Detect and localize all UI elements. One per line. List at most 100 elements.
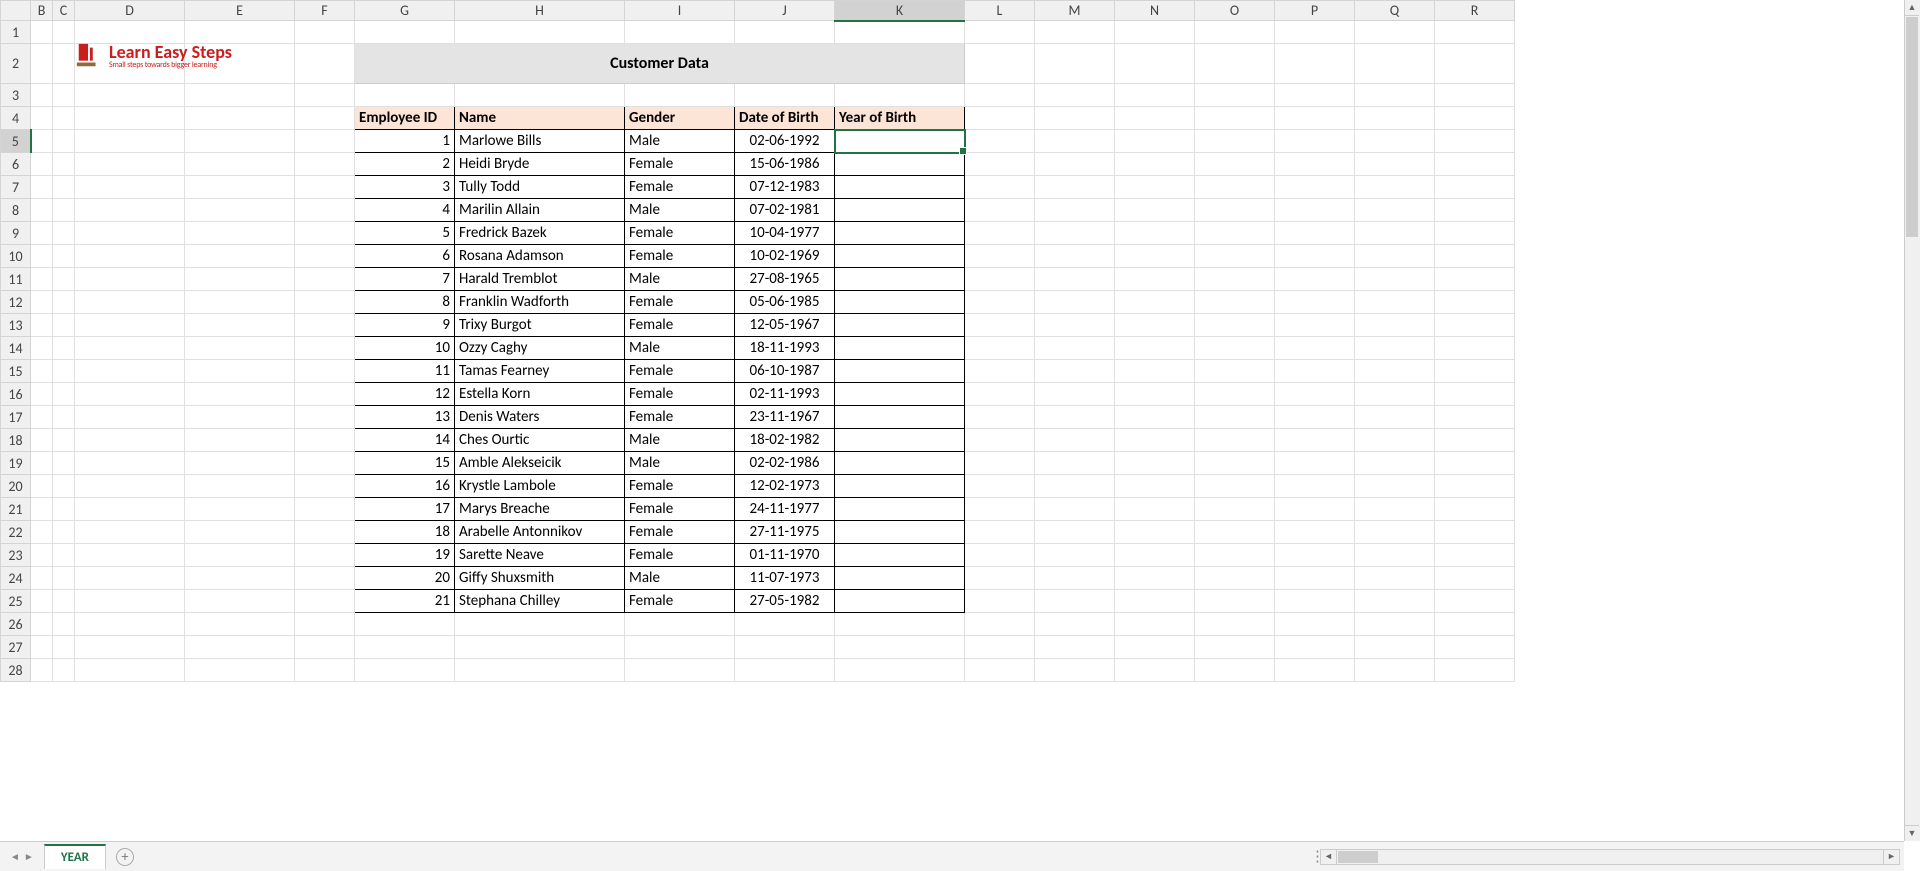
cell-R2[interactable]: [1435, 44, 1515, 84]
column-header-I[interactable]: I: [625, 1, 735, 21]
cell-J3[interactable]: [735, 84, 835, 107]
cell-C26[interactable]: [53, 613, 75, 636]
cell-J18[interactable]: 18-02-1982: [735, 429, 835, 452]
cell-I24[interactable]: Male: [625, 567, 735, 590]
cell-N25[interactable]: [1115, 590, 1195, 613]
row-header-13[interactable]: 13: [1, 314, 31, 337]
vscroll-thumb[interactable]: [1906, 17, 1918, 237]
cell-F25[interactable]: [295, 590, 355, 613]
cell-G14[interactable]: 10: [355, 337, 455, 360]
cell-D27[interactable]: [75, 636, 185, 659]
cell-Q15[interactable]: [1355, 360, 1435, 383]
cell-N26[interactable]: [1115, 613, 1195, 636]
cell-M12[interactable]: [1035, 291, 1115, 314]
cell-J14[interactable]: 18-11-1993: [735, 337, 835, 360]
cell-N11[interactable]: [1115, 268, 1195, 291]
cell-E27[interactable]: [185, 636, 295, 659]
cell-M28[interactable]: [1035, 659, 1115, 682]
cell-K19[interactable]: [835, 452, 965, 475]
column-header-R[interactable]: R: [1435, 1, 1515, 21]
cell-K22[interactable]: [835, 521, 965, 544]
row-header-18[interactable]: 18: [1, 429, 31, 452]
cell-L2[interactable]: [965, 44, 1035, 84]
cell-J13[interactable]: 12-05-1967: [735, 314, 835, 337]
cell-F13[interactable]: [295, 314, 355, 337]
row-header-9[interactable]: 9: [1, 222, 31, 245]
cell-L17[interactable]: [965, 406, 1035, 429]
cell-D15[interactable]: [75, 360, 185, 383]
cell-B24[interactable]: [31, 567, 53, 590]
cell-J1[interactable]: [735, 21, 835, 44]
row-header-16[interactable]: 16: [1, 383, 31, 406]
cell-R15[interactable]: [1435, 360, 1515, 383]
cell-R25[interactable]: [1435, 590, 1515, 613]
cell-R8[interactable]: [1435, 199, 1515, 222]
cell-O22[interactable]: [1195, 521, 1275, 544]
cell-H6[interactable]: Heidi Bryde: [455, 153, 625, 176]
cell-G28[interactable]: [355, 659, 455, 682]
cell-O13[interactable]: [1195, 314, 1275, 337]
cell-O8[interactable]: [1195, 199, 1275, 222]
cell-H23[interactable]: Sarette Neave: [455, 544, 625, 567]
cell-L27[interactable]: [965, 636, 1035, 659]
cell-F12[interactable]: [295, 291, 355, 314]
cell-O6[interactable]: [1195, 153, 1275, 176]
cell-J27[interactable]: [735, 636, 835, 659]
scroll-left-button[interactable]: ◄: [1321, 850, 1337, 864]
cell-E21[interactable]: [185, 498, 295, 521]
cell-C12[interactable]: [53, 291, 75, 314]
cell-B6[interactable]: [31, 153, 53, 176]
cell-R7[interactable]: [1435, 176, 1515, 199]
cell-P1[interactable]: [1275, 21, 1355, 44]
cell-P18[interactable]: [1275, 429, 1355, 452]
cell-F23[interactable]: [295, 544, 355, 567]
cell-O16[interactable]: [1195, 383, 1275, 406]
cell-N5[interactable]: [1115, 130, 1195, 153]
cell-E26[interactable]: [185, 613, 295, 636]
cell-K21[interactable]: [835, 498, 965, 521]
cell-Q24[interactable]: [1355, 567, 1435, 590]
cell-M3[interactable]: [1035, 84, 1115, 107]
cell-R12[interactable]: [1435, 291, 1515, 314]
cell-K7[interactable]: [835, 176, 965, 199]
cell-Q4[interactable]: [1355, 107, 1435, 130]
cell-I18[interactable]: Male: [625, 429, 735, 452]
cell-C17[interactable]: [53, 406, 75, 429]
column-header-Q[interactable]: Q: [1355, 1, 1435, 21]
cell-R10[interactable]: [1435, 245, 1515, 268]
cell-K16[interactable]: [835, 383, 965, 406]
cell-N1[interactable]: [1115, 21, 1195, 44]
cell-P13[interactable]: [1275, 314, 1355, 337]
cell-E23[interactable]: [185, 544, 295, 567]
cell-I23[interactable]: Female: [625, 544, 735, 567]
cell-P3[interactable]: [1275, 84, 1355, 107]
cell-K18[interactable]: [835, 429, 965, 452]
cell-G15[interactable]: 11: [355, 360, 455, 383]
cell-K5[interactable]: [835, 130, 965, 153]
cell-E19[interactable]: [185, 452, 295, 475]
cell-J25[interactable]: 27-05-1982: [735, 590, 835, 613]
cell-C20[interactable]: [53, 475, 75, 498]
cell-O7[interactable]: [1195, 176, 1275, 199]
cell-G17[interactable]: 13: [355, 406, 455, 429]
cell-B28[interactable]: [31, 659, 53, 682]
row-header-7[interactable]: 7: [1, 176, 31, 199]
cell-R16[interactable]: [1435, 383, 1515, 406]
cell-K12[interactable]: [835, 291, 965, 314]
cell-F7[interactable]: [295, 176, 355, 199]
cell-G26[interactable]: [355, 613, 455, 636]
cell-E14[interactable]: [185, 337, 295, 360]
cell-C3[interactable]: [53, 84, 75, 107]
cell-H24[interactable]: Giffy Shuxsmith: [455, 567, 625, 590]
cell-Q2[interactable]: [1355, 44, 1435, 84]
cell-B16[interactable]: [31, 383, 53, 406]
cell-B8[interactable]: [31, 199, 53, 222]
row-header-12[interactable]: 12: [1, 291, 31, 314]
row-header-3[interactable]: 3: [1, 84, 31, 107]
cell-Q8[interactable]: [1355, 199, 1435, 222]
cell-G21[interactable]: 17: [355, 498, 455, 521]
cell-F8[interactable]: [295, 199, 355, 222]
cell-D14[interactable]: [75, 337, 185, 360]
cell-N9[interactable]: [1115, 222, 1195, 245]
cell-D7[interactable]: [75, 176, 185, 199]
